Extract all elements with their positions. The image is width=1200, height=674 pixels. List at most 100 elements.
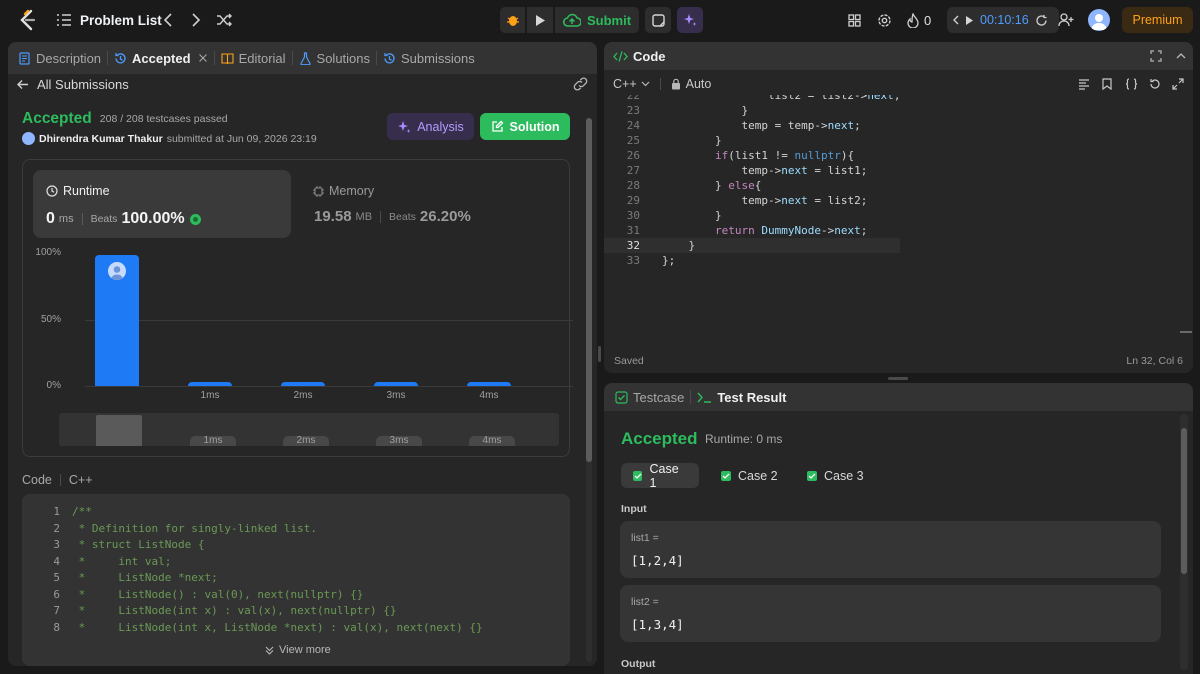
problem-list-label: Problem List xyxy=(80,12,162,28)
author-avatar[interactable] xyxy=(22,132,35,145)
chart-range-navigator[interactable]: 1ms 2ms 3ms 4ms xyxy=(59,413,559,446)
add-friend-icon[interactable] xyxy=(1054,8,1078,32)
line-number: 33 xyxy=(626,254,640,267)
panel-resize-handle[interactable] xyxy=(598,346,601,362)
debug-button[interactable] xyxy=(500,7,525,33)
x-tick-label: 1ms xyxy=(200,390,220,401)
bug-icon xyxy=(506,16,519,26)
input-name: list1 = xyxy=(631,532,659,544)
divider xyxy=(59,474,61,486)
line-number: 30 xyxy=(626,209,640,222)
editor-line: 25 } xyxy=(604,133,900,148)
notes-button[interactable] xyxy=(645,7,671,33)
case-tab-2[interactable]: Case 2 xyxy=(709,463,790,488)
shuffle-icon[interactable] xyxy=(212,8,236,32)
line-number: 2 xyxy=(53,521,60,535)
problem-list-button[interactable]: Problem List xyxy=(56,8,162,32)
chart-bar[interactable] xyxy=(374,381,418,386)
streak-counter[interactable]: 0 xyxy=(907,8,931,32)
next-problem-icon[interactable] xyxy=(184,8,208,32)
submitted-code-block: 1 /** 2 * Definition for singly-linked lis… xyxy=(22,494,570,666)
tab-submissions[interactable]: Submissions xyxy=(383,42,475,74)
left-scrollbar-thumb[interactable] xyxy=(586,118,592,462)
settings-gear-icon[interactable] xyxy=(872,8,896,32)
format-icon[interactable] xyxy=(1078,78,1090,90)
code-text: temp->next = list1; xyxy=(662,164,868,177)
code-text: } xyxy=(662,104,749,117)
line-number: 28 xyxy=(626,179,640,192)
maximize-icon[interactable] xyxy=(1150,50,1162,62)
result-status: Accepted xyxy=(621,429,698,448)
share-link-icon[interactable] xyxy=(573,77,588,91)
submit-button[interactable]: Submit xyxy=(555,7,639,33)
author-name[interactable]: Dhirendra Kumar Thakur xyxy=(39,133,163,145)
case-tab-3[interactable]: Case 3 xyxy=(795,463,876,488)
check-icon xyxy=(721,470,731,481)
code-text: * ListNode(int x, ListNode *next) : val(… xyxy=(72,620,483,634)
timer-value: 00:10:16 xyxy=(980,13,1029,27)
case-tab-1[interactable]: Case 1 xyxy=(621,462,699,490)
note-icon xyxy=(651,13,665,27)
close-tab-icon[interactable] xyxy=(198,53,208,63)
result-scrollbar-thumb[interactable] xyxy=(1181,428,1187,574)
chevron-up-icon[interactable] xyxy=(1176,50,1186,62)
reset-code-icon[interactable] xyxy=(1149,78,1161,90)
leetcode-logo-icon[interactable] xyxy=(16,8,40,32)
layout-grid-icon[interactable] xyxy=(842,8,866,32)
tab-accepted[interactable]: Accepted xyxy=(114,42,208,74)
view-more-label: View more xyxy=(279,644,331,656)
tab-divider xyxy=(376,51,378,65)
code-text: } else{ xyxy=(662,179,762,192)
ai-assistant-button[interactable] xyxy=(677,7,703,33)
auto-mode-toggle[interactable]: Auto xyxy=(671,77,712,91)
tab-testcase[interactable]: Testcase xyxy=(615,383,684,411)
code-language: C++ xyxy=(68,473,93,487)
chart-bar[interactable] xyxy=(281,381,325,386)
history-icon xyxy=(384,52,395,63)
left-tab-bar: Description Accepted Editorial Solutions… xyxy=(8,42,597,74)
input-box-list2[interactable]: list2 = [1,3,4] xyxy=(620,585,1161,642)
chart-bar[interactable] xyxy=(467,381,511,386)
solution-button[interactable]: Solution xyxy=(480,113,570,140)
case-label: Case 3 xyxy=(824,468,864,483)
tab-solutions[interactable]: Solutions xyxy=(299,42,370,74)
tab-test-result[interactable]: Test Result xyxy=(697,383,786,411)
editor-line: 32 } xyxy=(604,238,901,253)
prev-problem-icon[interactable] xyxy=(156,8,180,32)
testcase-tab-label: Testcase xyxy=(633,389,685,405)
language-select[interactable]: C++ xyxy=(613,77,650,91)
input-box-list1[interactable]: list1 = [1,2,4] xyxy=(620,521,1161,578)
tab-editorial[interactable]: Editorial xyxy=(221,42,286,74)
view-more-button[interactable]: View more xyxy=(265,644,331,656)
reset-timer-icon[interactable] xyxy=(1035,14,1048,27)
editor-resize-handle[interactable] xyxy=(888,377,908,380)
tab-code[interactable]: Code xyxy=(613,42,666,70)
user-avatar[interactable] xyxy=(1088,9,1110,31)
navigator-label: 3ms xyxy=(376,436,422,446)
timer-control[interactable]: 00:10:16 xyxy=(947,7,1059,33)
mode-label: Auto xyxy=(685,77,712,91)
gridline xyxy=(85,320,573,321)
premium-button[interactable]: Premium xyxy=(1122,7,1193,33)
all-submissions-link[interactable]: All Submissions xyxy=(16,77,129,92)
curly-braces-icon[interactable] xyxy=(1125,78,1138,90)
run-button[interactable] xyxy=(527,7,553,33)
collapse-timer-icon[interactable] xyxy=(953,15,959,25)
line-number: 27 xyxy=(626,164,640,177)
code-text: /** xyxy=(72,505,92,518)
bookmark-icon[interactable] xyxy=(1102,78,1112,90)
testcases-passed: 208 / 208 testcases passed xyxy=(99,113,228,125)
tab-description[interactable]: Description xyxy=(18,42,101,74)
submitted-at: submitted at Jun 09, 2026 23:19 xyxy=(166,132,317,145)
timer-play-icon[interactable] xyxy=(965,15,974,26)
analysis-button[interactable]: Analysis xyxy=(387,113,474,140)
code-editor-area[interactable]: 22 list2 = list2->next; 23 } 24 temp = tem… xyxy=(604,95,1193,345)
chart-bar[interactable] xyxy=(95,254,139,386)
expand-icon[interactable] xyxy=(1172,78,1184,90)
chart-bar[interactable] xyxy=(188,381,232,386)
left-scrollbar-track[interactable] xyxy=(586,118,592,662)
description-icon xyxy=(19,51,30,65)
result-scrollbar-track[interactable] xyxy=(1180,414,1188,670)
code-text: * int val; xyxy=(72,554,172,568)
history-icon xyxy=(115,52,126,63)
